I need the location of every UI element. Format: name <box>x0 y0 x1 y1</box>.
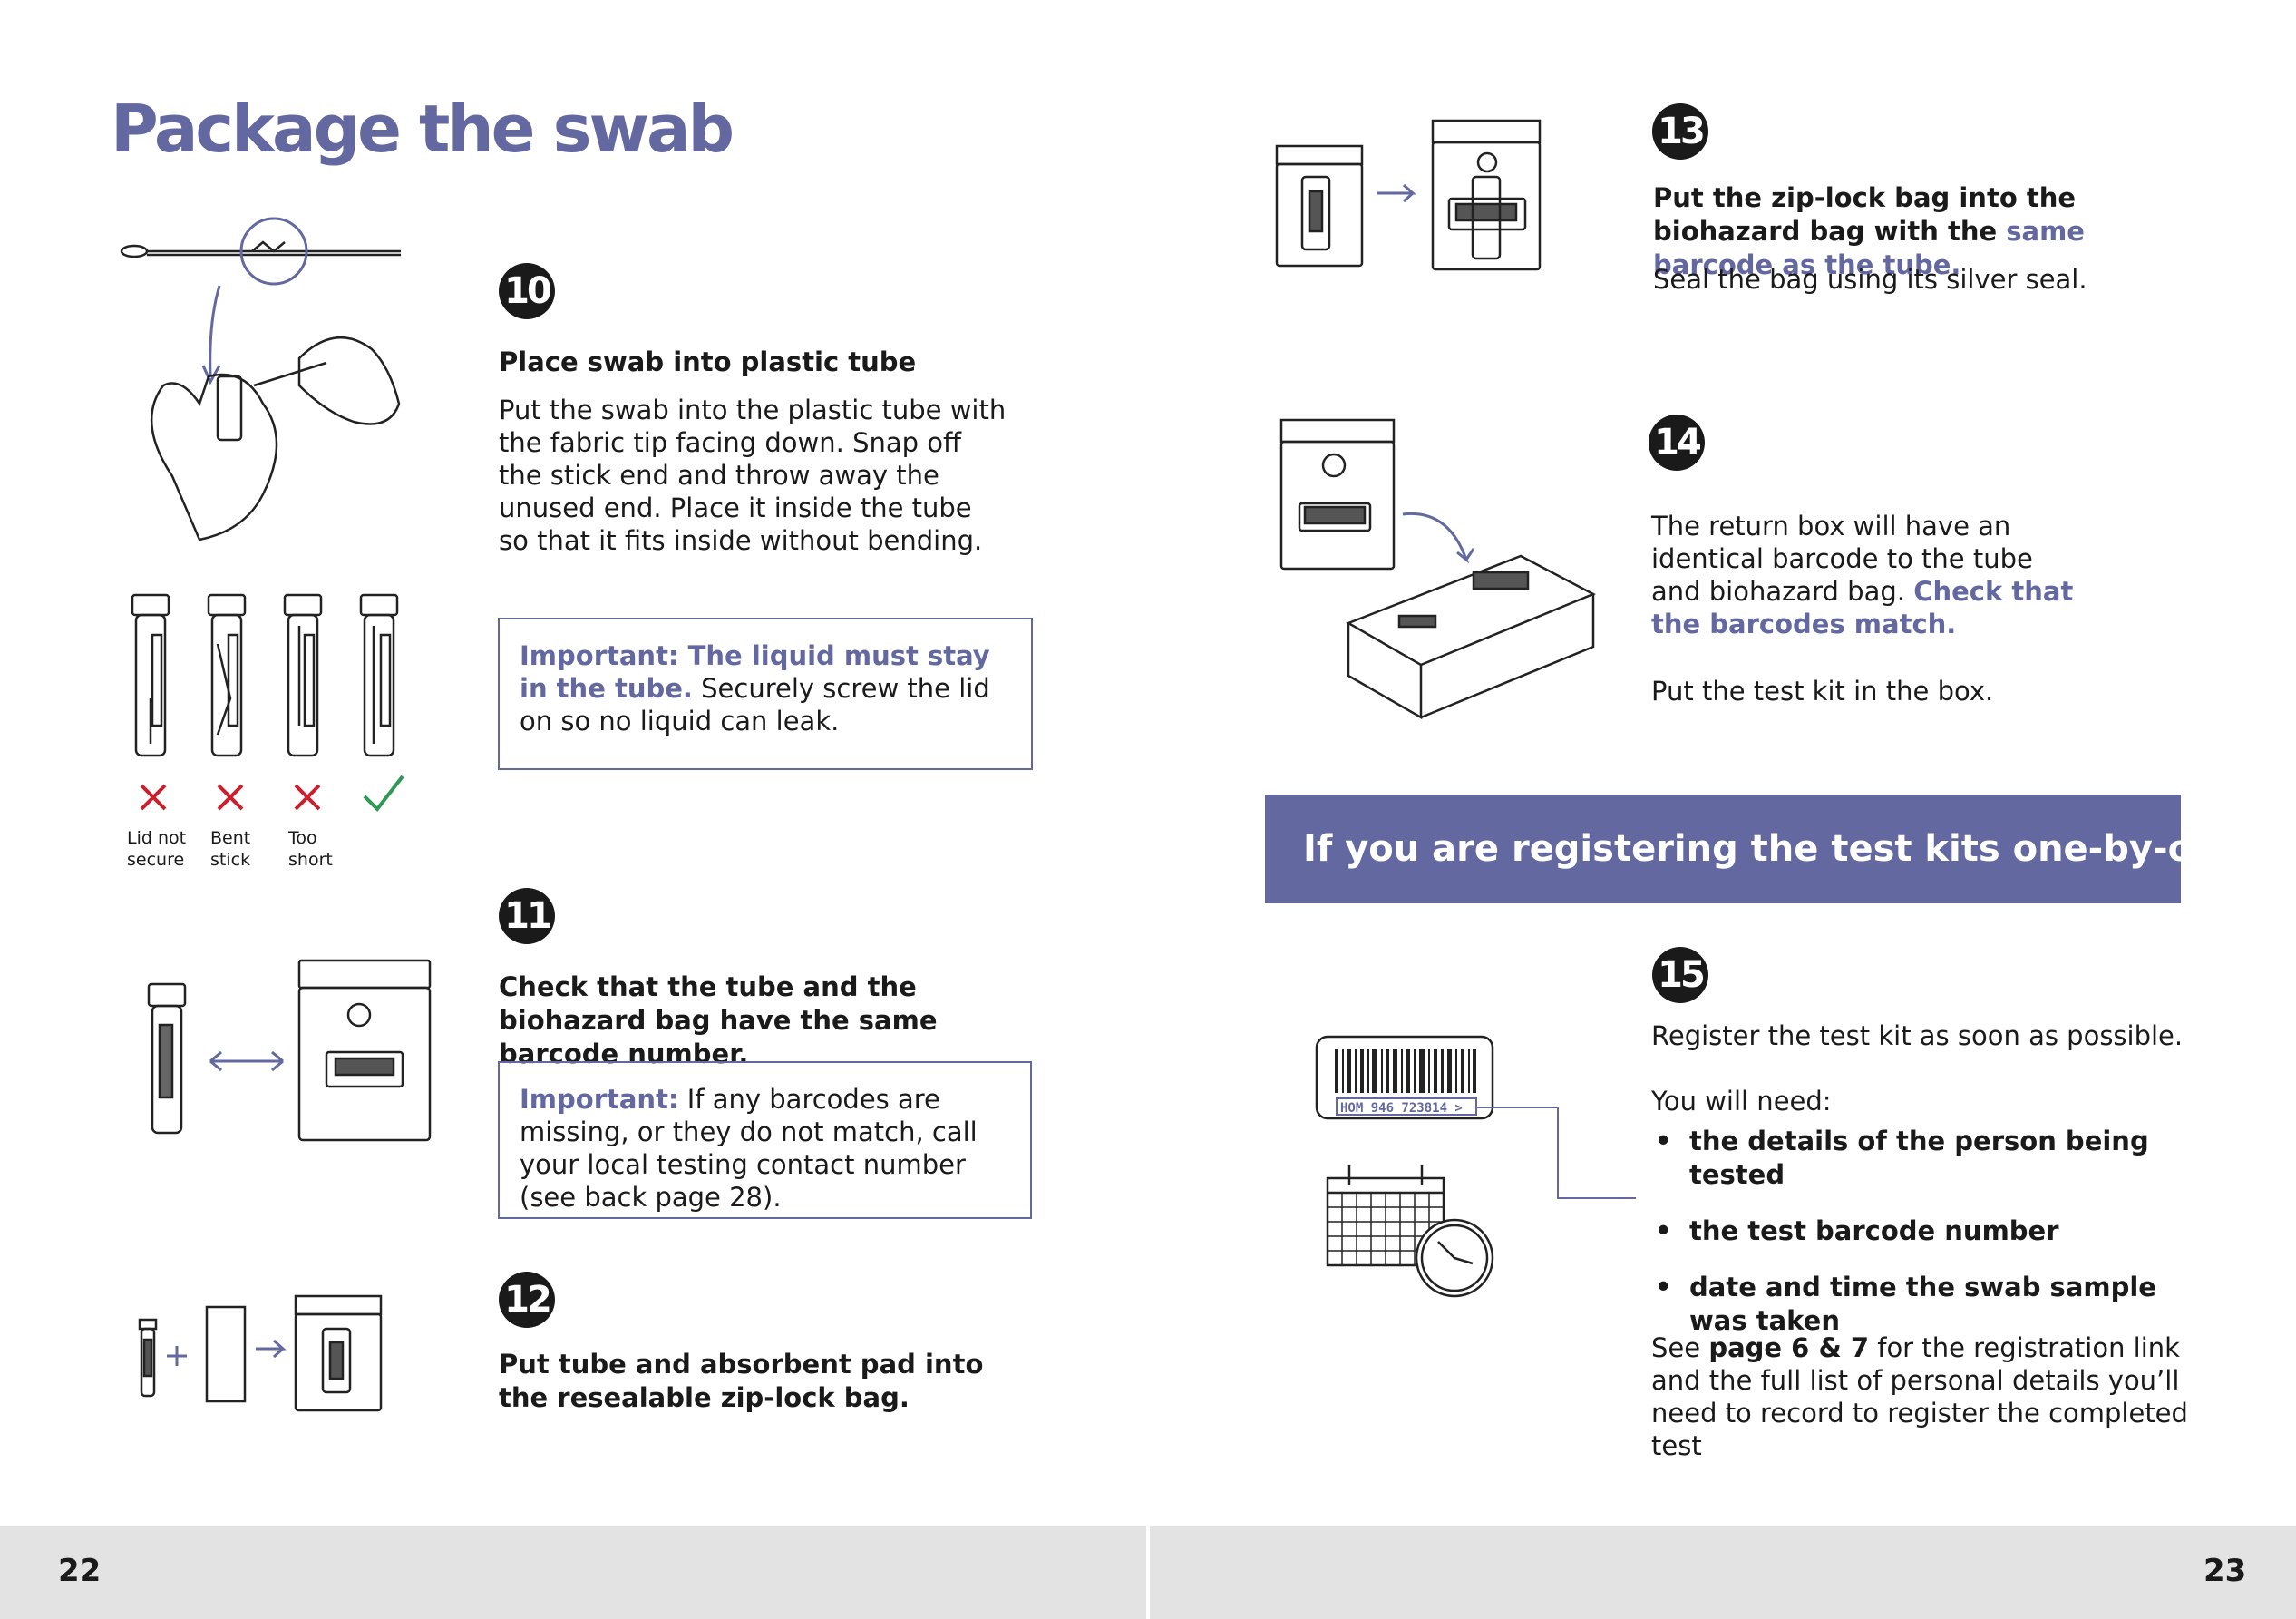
tube-bag-compare-illustration <box>147 959 432 1142</box>
step14-body: The return box will have an identical ba… <box>1651 510 2077 640</box>
step11-heading: Check that the tube and the biohazard ba… <box>499 971 938 1069</box>
tube-examples-illustration <box>131 593 399 757</box>
check-icon <box>363 775 404 813</box>
page-number-left: 22 <box>58 1553 102 1589</box>
step10-heading: Place swab into plastic tube <box>499 346 917 377</box>
step11-important-box: Important: If any barcodes are missing, … <box>498 1061 1032 1219</box>
step10-body: Put the swab into the plastic tube with … <box>499 395 1007 556</box>
step-number-15: 15 <box>1652 947 1708 1003</box>
step15-see-lead: See <box>1651 1332 1709 1363</box>
barcode-number-text: HOM 946 723814 > <box>1340 1101 1463 1116</box>
step15-requirements-list: the details of the person being tested t… <box>1651 1125 2177 1361</box>
ziplock-to-biohazard-illustration <box>1275 119 1542 271</box>
caption-lid-not-secure: Lid not secure <box>127 828 187 870</box>
caption-bent-stick: Bent stick <box>210 828 251 870</box>
wrong-icon <box>294 784 321 811</box>
step12-heading: Put tube and absorbent pad into the rese… <box>499 1349 984 1413</box>
footer-left <box>0 1526 1146 1619</box>
list-item: the details of the person being tested <box>1651 1125 2177 1192</box>
tube-pad-bag-illustration <box>138 1294 383 1412</box>
step15-intro: Register the test kit as soon as possibl… <box>1651 1020 2184 1051</box>
list-item: date and time the swab sample was taken <box>1651 1271 2177 1338</box>
page-number-right: 23 <box>2204 1553 2247 1589</box>
step13-body: Seal the bag using its silver seal. <box>1653 264 2087 295</box>
barcode-calendar-illustration: HOM 946 723814 > <box>1315 1035 1636 1298</box>
step-number-11: 11 <box>499 888 555 944</box>
step11-important-lead: Important: <box>520 1084 679 1115</box>
step15-see-more: See page 6 & 7 for the registration link… <box>1651 1331 2195 1462</box>
step-number-12: 12 <box>499 1272 555 1328</box>
page-title: Package the swab <box>111 91 735 167</box>
step15-you-need: You will need: <box>1651 1086 1832 1117</box>
step10-important-box: Important: The liquid must stay in the t… <box>498 618 1033 770</box>
step15-see-pages: page 6 & 7 <box>1708 1332 1870 1363</box>
caption-too-short: Too short <box>288 828 333 870</box>
bag-into-box-illustration <box>1279 418 1596 720</box>
step-number-14: 14 <box>1649 415 1705 471</box>
step14-body2: Put the test kit in the box. <box>1651 676 1994 707</box>
wrong-icon <box>140 784 167 811</box>
step-number-10: 10 <box>499 263 555 319</box>
swab-into-tube-illustration <box>120 217 401 541</box>
footer-right <box>1150 1526 2296 1619</box>
registration-banner: If you are registering the test kits one… <box>1265 795 2243 903</box>
list-item: the test barcode number <box>1651 1214 2177 1248</box>
wrong-icon <box>217 784 244 811</box>
step-number-13: 13 <box>1652 103 1708 160</box>
